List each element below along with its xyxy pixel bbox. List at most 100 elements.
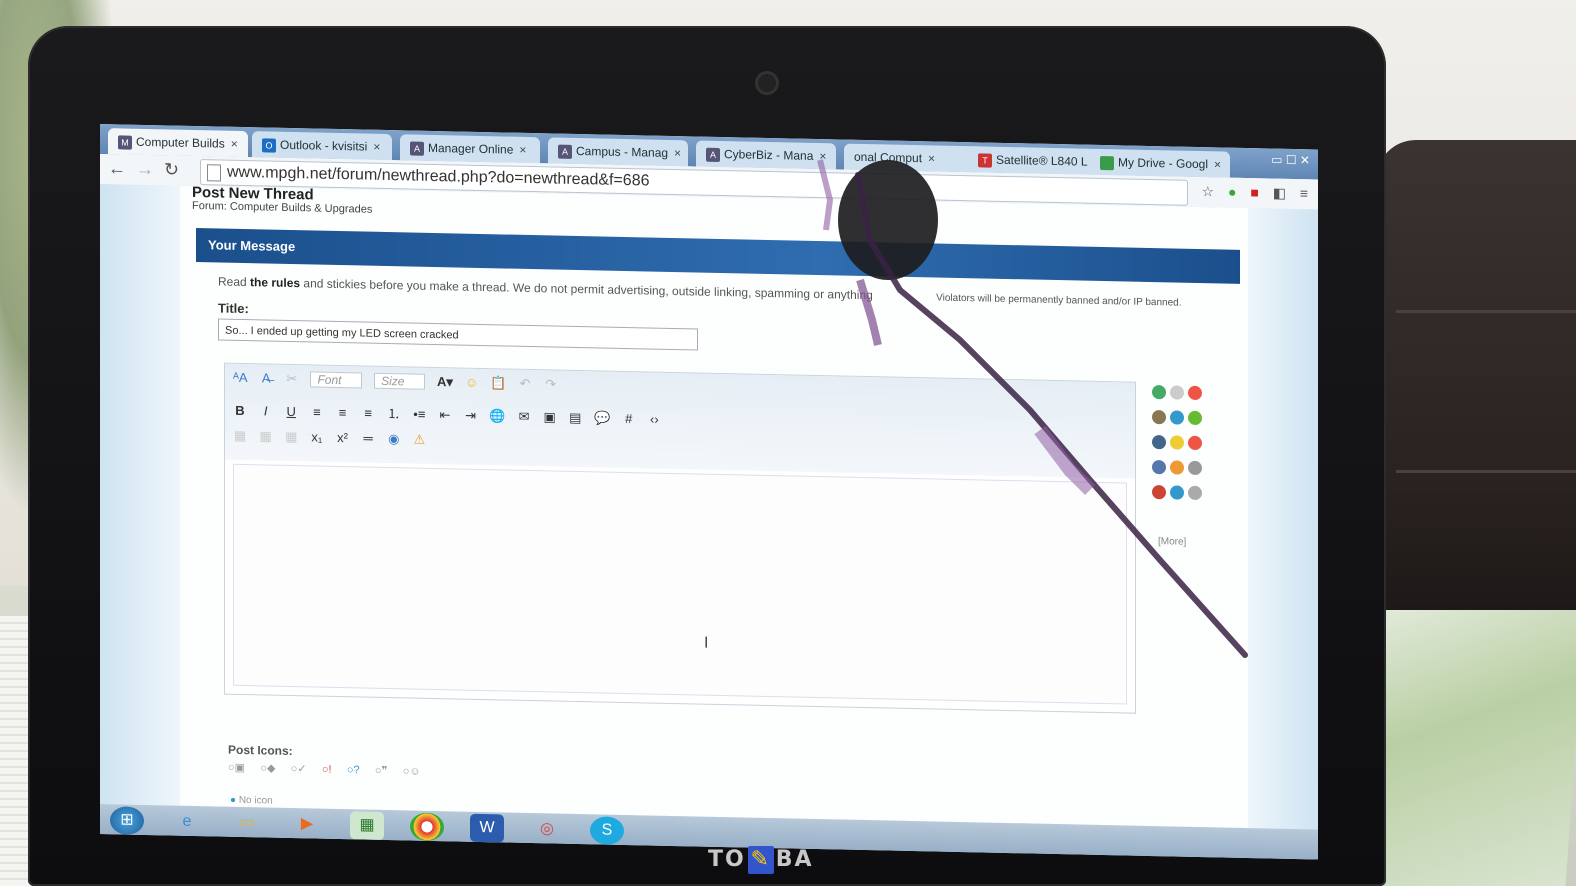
- smiley-icon[interactable]: [1188, 410, 1202, 426]
- remove-format-icon[interactable]: A̶: [259, 370, 273, 385]
- font-color-icon[interactable]: A▾: [437, 374, 453, 390]
- forward-icon[interactable]: →: [136, 159, 154, 180]
- smiley-icon[interactable]: [1152, 435, 1166, 450]
- chrome-icon[interactable]: [410, 812, 444, 842]
- title-label: Title:: [218, 300, 249, 317]
- table-icon[interactable]: ▦: [233, 428, 247, 444]
- horizontal-rule-icon[interactable]: ═: [361, 430, 375, 446]
- title-input[interactable]: So... I ended up getting my LED screen c…: [218, 318, 698, 351]
- extension-icon[interactable]: ■: [1250, 184, 1258, 200]
- close-icon[interactable]: ×: [519, 143, 526, 157]
- image-icon[interactable]: ▣: [543, 409, 557, 425]
- paste-icon[interactable]: 📋: [490, 375, 506, 391]
- smiley-icon[interactable]: ☺: [465, 375, 479, 390]
- menu-icon[interactable]: ≡: [1300, 185, 1308, 201]
- redo-icon[interactable]: ↷: [544, 376, 558, 392]
- post-icon-radio[interactable]: ○?: [347, 764, 360, 776]
- subscript-icon[interactable]: x₁: [310, 429, 324, 444]
- bullet-list-icon[interactable]: •≡: [412, 407, 426, 422]
- post-icon-radio[interactable]: ○▣: [228, 762, 245, 774]
- table-icon[interactable]: ▦: [284, 429, 298, 445]
- tab-national-computer[interactable]: onal Comput ×: [844, 143, 984, 173]
- more-smilies-link[interactable]: [More]: [1158, 536, 1186, 548]
- ordered-list-icon[interactable]: ⒈: [387, 403, 401, 422]
- smiley-icon[interactable]: [1170, 385, 1184, 400]
- extension-icon[interactable]: ◧: [1273, 185, 1286, 201]
- close-icon[interactable]: ×: [819, 149, 826, 163]
- skype-icon[interactable]: S: [590, 816, 624, 845]
- smiley-icon[interactable]: [1152, 460, 1166, 475]
- editor-body[interactable]: I: [233, 463, 1127, 705]
- close-icon[interactable]: ×: [231, 137, 238, 151]
- close-icon[interactable]: ×: [674, 146, 681, 160]
- font-select[interactable]: Font: [310, 371, 363, 389]
- forum-prefix: Forum:: [192, 199, 227, 213]
- no-icon-option[interactable]: ● No icon: [230, 795, 273, 807]
- align-center-icon[interactable]: ≡: [336, 405, 350, 420]
- rules-link[interactable]: the rules: [250, 275, 300, 290]
- close-icon[interactable]: ×: [928, 151, 935, 165]
- bold-icon[interactable]: B: [233, 403, 247, 418]
- start-button-icon[interactable]: ⊞: [110, 806, 144, 835]
- smiley-icon[interactable]: [1152, 410, 1166, 425]
- word-icon[interactable]: W: [470, 813, 504, 843]
- media-player-icon[interactable]: ▶: [290, 810, 324, 839]
- video-icon[interactable]: ▤: [568, 410, 582, 426]
- back-icon[interactable]: ←: [108, 158, 126, 179]
- smiley-icon[interactable]: [1188, 385, 1202, 401]
- quote-icon[interactable]: 💬: [594, 410, 610, 426]
- smiley-icon[interactable]: [1170, 435, 1184, 450]
- reload-icon[interactable]: ↻: [164, 159, 179, 180]
- email-icon[interactable]: ✉: [517, 409, 531, 425]
- tab-satellite[interactable]: TSatellite® L840 L×: [968, 146, 1100, 175]
- code-icon[interactable]: ‹›: [647, 411, 661, 427]
- tab-outlook[interactable]: O Outlook - kvisitsi ×: [252, 131, 392, 161]
- undo-icon[interactable]: ↶: [518, 376, 532, 392]
- warning-icon[interactable]: ⚠: [412, 432, 426, 448]
- smiley-icon[interactable]: [1170, 410, 1184, 425]
- superscript-icon[interactable]: x²: [336, 430, 350, 445]
- close-icon[interactable]: ×: [373, 140, 380, 154]
- post-icon-radio[interactable]: ○!: [322, 764, 332, 776]
- tab-manager-online[interactable]: A Manager Online ×: [400, 134, 540, 164]
- smiley-icon[interactable]: [1170, 485, 1184, 500]
- align-left-icon[interactable]: ≡: [310, 404, 324, 419]
- window-controls[interactable]: ▭ ☐ ✕: [1271, 153, 1310, 168]
- smiley-icon[interactable]: [1188, 460, 1202, 476]
- smiley-icon[interactable]: [1170, 460, 1184, 475]
- post-icon-radio[interactable]: ○✓: [291, 763, 307, 775]
- indent-icon[interactable]: ⇥: [464, 408, 478, 424]
- smiley-icon[interactable]: [1188, 435, 1202, 451]
- post-icon-radio[interactable]: ○☺: [403, 765, 421, 777]
- app-icon[interactable]: ◎: [530, 815, 564, 844]
- smiley-icon[interactable]: [1188, 485, 1202, 501]
- webcam-icon: [758, 74, 776, 92]
- excel-icon[interactable]: ▦: [350, 811, 384, 840]
- hash-icon[interactable]: #: [622, 411, 636, 426]
- spoiler-icon[interactable]: ◉: [387, 431, 401, 447]
- cut-icon[interactable]: ✂: [285, 371, 299, 387]
- star-icon[interactable]: ☆: [1202, 183, 1215, 199]
- post-icon-radio[interactable]: ○❞: [375, 765, 388, 777]
- forum-link[interactable]: Computer Builds & Upgrades: [230, 201, 372, 216]
- ie-icon[interactable]: e: [170, 807, 204, 836]
- table-icon[interactable]: ▦: [259, 428, 273, 444]
- italic-icon[interactable]: I: [259, 403, 273, 418]
- tab-campus[interactable]: A Campus - Manag ×: [548, 137, 688, 167]
- tab-my-drive[interactable]: My Drive - Googl ×: [1090, 148, 1230, 178]
- link-icon[interactable]: 🌐: [489, 408, 505, 424]
- size-select[interactable]: Size: [374, 372, 426, 390]
- smiley-icon[interactable]: [1152, 385, 1166, 400]
- align-right-icon[interactable]: ≡: [361, 405, 375, 421]
- underline-icon[interactable]: U: [284, 404, 298, 419]
- folder-icon[interactable]: ▭: [230, 809, 264, 838]
- tab-computer-builds[interactable]: M Computer Builds ×: [108, 128, 248, 158]
- outdent-icon[interactable]: ⇤: [438, 407, 452, 423]
- close-icon[interactable]: ×: [1214, 157, 1221, 171]
- smiley-icon[interactable]: [1152, 485, 1166, 500]
- extension-icon[interactable]: ●: [1228, 184, 1236, 200]
- switch-mode-icon[interactable]: ᴬA: [233, 370, 248, 385]
- tab-cyberbiz[interactable]: A CyberBiz - Mana ×: [696, 140, 836, 170]
- post-icon-radio[interactable]: ○◆: [260, 762, 275, 774]
- post-icons-label: Post Icons:: [228, 742, 293, 759]
